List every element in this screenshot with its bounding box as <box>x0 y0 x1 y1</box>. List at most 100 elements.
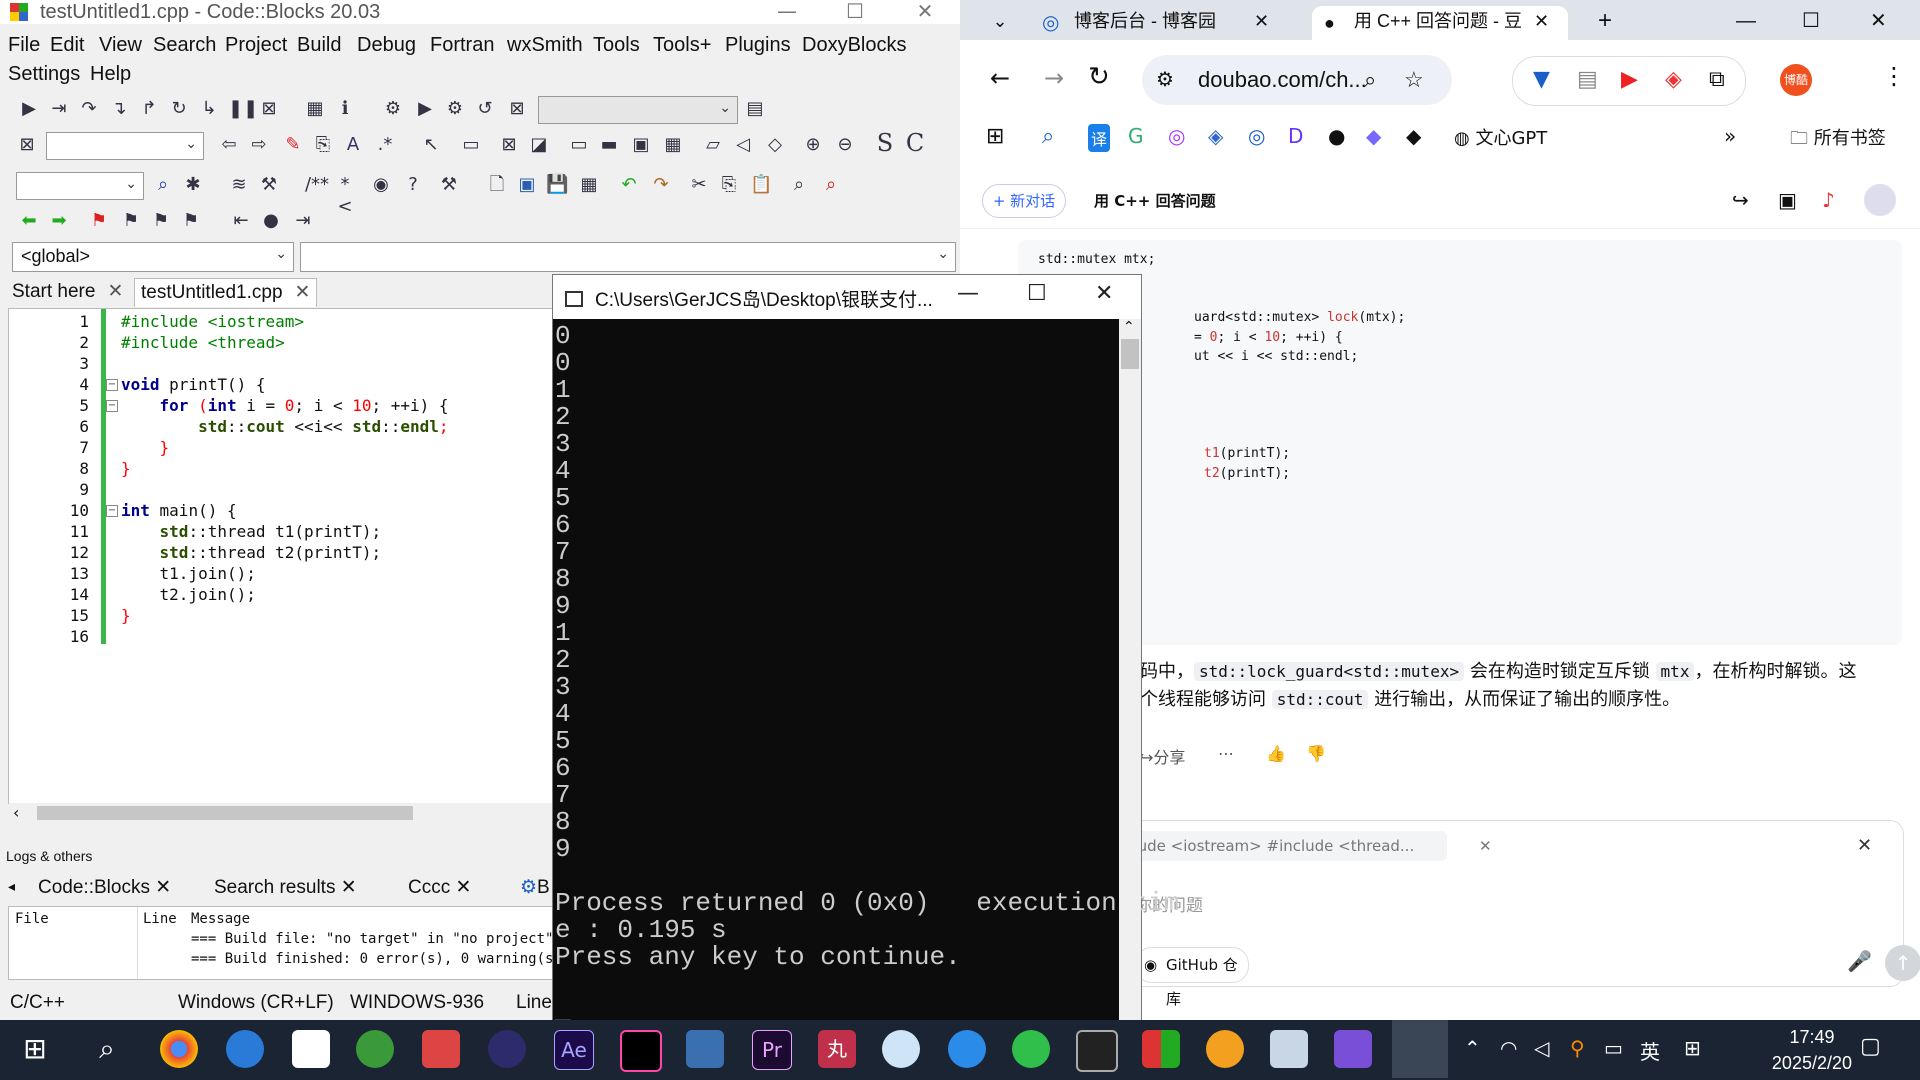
step-instruction-icon[interactable]: ↳ <box>198 98 220 120</box>
record-icon[interactable]: ◉ <box>370 174 392 196</box>
shape2-icon[interactable]: ◁ <box>732 134 754 156</box>
tray-app-icon[interactable]: ⚲ <box>1570 1036 1585 1060</box>
jump-forward-icon[interactable]: ⇥ <box>292 210 314 232</box>
redo-icon[interactable]: ↷ <box>650 174 672 196</box>
menu-search[interactable]: Search <box>153 34 216 57</box>
forward-icon[interactable]: → <box>1044 64 1064 92</box>
breakpoint-icon[interactable]: ● <box>260 210 282 232</box>
address-bar[interactable]: ⚙ doubao.com/ch... ⌕ ☆ <box>1142 55 1452 105</box>
close-icon[interactable]: ✕ <box>295 282 311 303</box>
comment-line-icon[interactable]: *< <box>334 174 356 217</box>
maximize-button[interactable]: ☐ <box>1802 6 1820 40</box>
close-icon[interactable]: ✕ <box>1857 835 1872 856</box>
more-icon[interactable]: ⋯ <box>1218 744 1234 763</box>
abort-icon[interactable]: ⊠ <box>506 98 528 120</box>
search-combo[interactable]: ⌄ <box>46 132 204 160</box>
horizontal-scrollbar[interactable]: ‹ <box>9 803 553 823</box>
menu-tools-plus[interactable]: Tools+ <box>653 34 711 57</box>
thumbs-up-icon[interactable]: 👍 <box>1266 744 1286 763</box>
wechat-icon[interactable] <box>1012 1030 1050 1068</box>
rebuild-icon[interactable]: ↺ <box>474 98 496 120</box>
intellij-icon[interactable] <box>620 1030 662 1072</box>
microphone-icon[interactable]: 🎤 <box>1847 949 1872 973</box>
terminal-icon[interactable] <box>1076 1030 1118 1072</box>
scrollbar-thumb[interactable] <box>37 806 413 820</box>
debug-windows-icon[interactable]: ▦ <box>304 98 326 120</box>
jump-back-icon[interactable]: ⇤ <box>230 210 252 232</box>
diagram2-icon[interactable]: ◪ <box>528 134 550 156</box>
layout4-icon[interactable]: ▦ <box>662 134 684 156</box>
close-button[interactable]: ✕ <box>898 0 952 24</box>
close-icon[interactable]: ✕ <box>341 877 357 898</box>
run-to-cursor-icon[interactable]: ⇥ <box>48 98 70 120</box>
prev-arrow-icon[interactable]: ⬅ <box>18 210 40 232</box>
fold-toggle-icon[interactable]: − <box>106 379 118 391</box>
tab-build-log[interactable]: ⚙B <box>520 876 552 899</box>
menu-file[interactable]: File <box>8 34 40 57</box>
site-info-icon[interactable]: ⚙ <box>1156 67 1174 92</box>
help-icon[interactable]: ? <box>402 174 424 196</box>
bookmarks-overflow-icon[interactable]: » <box>1724 124 1736 148</box>
s-letter-icon[interactable]: S <box>874 131 896 155</box>
prev-bookmark-icon[interactable]: ⚑ <box>120 210 142 232</box>
bookmark-icon[interactable]: ◆ <box>1406 124 1421 148</box>
thumbs-down-icon[interactable]: 👎 <box>1306 744 1326 763</box>
shape3-icon[interactable]: ◇ <box>764 134 786 156</box>
next-instruction-icon[interactable]: ↻ <box>168 98 190 120</box>
layout2-icon[interactable]: ▬ <box>598 134 620 156</box>
next-bookmark-icon[interactable]: ⚑ <box>150 210 172 232</box>
tools-icon[interactable]: ✱ <box>182 174 204 196</box>
archive-icon[interactable]: ▣ <box>1778 188 1797 212</box>
undo-icon[interactable]: ↶ <box>618 174 640 196</box>
new-tab-button[interactable]: + <box>1598 6 1612 40</box>
block-icon[interactable]: ▭ <box>460 134 482 156</box>
reload-icon[interactable]: ↻ <box>1088 62 1110 92</box>
pause-icon[interactable]: ❚❚ <box>228 98 258 120</box>
eclipse-icon[interactable] <box>488 1030 526 1068</box>
build-target-combo[interactable]: ⌄ <box>538 96 738 124</box>
bookmark-icon[interactable]: ◎ <box>1248 124 1265 148</box>
tab-cnblogs[interactable]: ◎ 博客后台 - 博客园 ✕ <box>1030 6 1280 40</box>
clear-bookmarks-icon[interactable]: ⚑ <box>180 210 202 232</box>
bookmark-wenxin[interactable]: ◍ 文心GPT <box>1454 124 1547 150</box>
zoom-out-icon[interactable]: ⊖ <box>834 134 856 156</box>
new-chat-button[interactable]: + 新对话 <box>982 184 1066 218</box>
stop-debug-icon[interactable]: ⊠ <box>258 98 280 120</box>
zoom-in-icon[interactable]: ⊕ <box>802 134 824 156</box>
layers-icon[interactable]: ≋ <box>228 174 250 196</box>
tab-search-results[interactable]: Search results ✕ <box>214 876 357 899</box>
paste-icon[interactable]: 📋 <box>750 174 772 196</box>
layout3-icon[interactable]: ▣ <box>630 134 652 156</box>
match-case-icon[interactable]: A <box>342 134 364 156</box>
bookmark-icon[interactable]: D <box>1288 124 1303 148</box>
notification-icon[interactable]: ▢ <box>1860 1034 1881 1059</box>
ime-grid-icon[interactable]: ⊞ <box>1684 1036 1701 1060</box>
close-button[interactable]: ✕ <box>1870 6 1887 40</box>
close-button[interactable]: ✕ <box>1095 281 1113 306</box>
new-file-icon[interactable]: 🗋 <box>486 174 508 196</box>
extension-icon[interactable]: ◈ <box>1665 67 1682 92</box>
clear-icon[interactable]: ⊠ <box>16 134 38 156</box>
find-icon[interactable]: ⌕ <box>152 174 174 196</box>
tab-cccc[interactable]: Cccc ✕ <box>408 876 471 899</box>
step-into-icon[interactable]: ↴ <box>108 98 130 120</box>
tab-testuntitled1[interactable]: testUntitled1.cpp ✕ <box>134 278 318 307</box>
copy-icon[interactable]: ⎘ <box>718 174 740 196</box>
minimize-button[interactable]: — <box>1736 6 1756 40</box>
menu-doxyblocks[interactable]: DoxyBlocks <box>802 34 906 57</box>
extensions-puzzle-icon[interactable]: ⧉ <box>1709 67 1725 92</box>
search-icon[interactable]: ⌕ <box>88 1030 126 1068</box>
minimize-button[interactable]: — <box>760 0 814 24</box>
close-icon[interactable]: ✕ <box>1534 6 1549 36</box>
app-icon[interactable]: 丸 <box>818 1030 856 1068</box>
close-icon[interactable]: ✕ <box>155 877 171 898</box>
code-editor[interactable]: 1 2 3 4 5 6 7 8 9 10 11 12 13 14 15 16 −… <box>8 308 554 823</box>
close-icon[interactable]: ✕ <box>1479 831 1492 861</box>
menu-settings[interactable]: Settings <box>8 63 80 86</box>
minimize-button[interactable]: — <box>957 281 979 306</box>
codeblocks-icon[interactable] <box>1142 1030 1180 1068</box>
bookmark-icon[interactable]: G <box>1128 124 1144 148</box>
app-icon[interactable] <box>356 1030 394 1068</box>
bookmark-icon[interactable]: ● <box>1328 124 1345 148</box>
bookmark-icon[interactable]: ◆ <box>1366 124 1381 148</box>
